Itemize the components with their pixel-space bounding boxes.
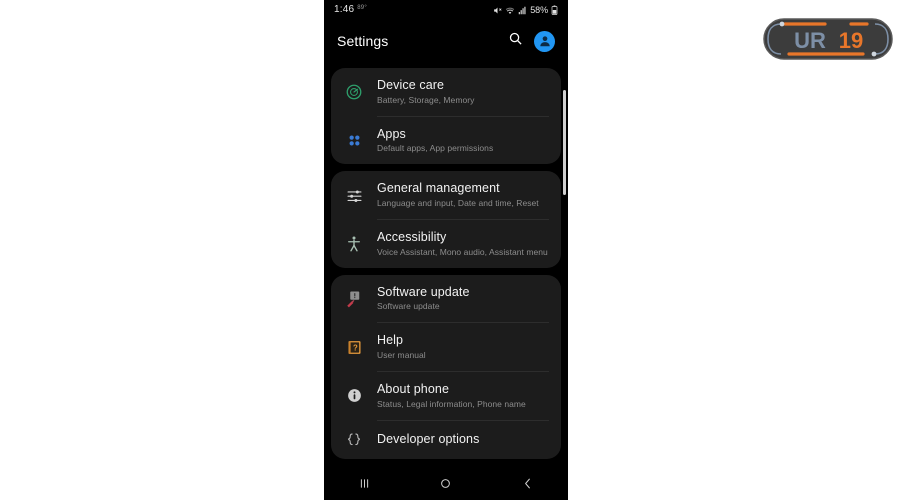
settings-card-3: Software update Software update ? xyxy=(331,275,561,459)
row-title: Device care xyxy=(377,78,549,94)
software-update-icon xyxy=(331,290,377,308)
row-title: General management xyxy=(377,181,549,197)
row-title: Developer options xyxy=(377,432,549,448)
settings-list[interactable]: Device care Battery, Storage, Memory xyxy=(324,62,568,500)
device-care-icon xyxy=(331,83,377,101)
sliders-icon xyxy=(331,187,377,204)
svg-text:?: ? xyxy=(352,343,357,352)
search-icon[interactable] xyxy=(508,31,523,51)
row-title: Apps xyxy=(377,127,549,143)
wifi-icon xyxy=(505,6,515,15)
row-title: Software update xyxy=(377,285,549,301)
apps-icon xyxy=(331,132,377,149)
settings-row-text: Apps Default apps, App permissions xyxy=(377,127,561,155)
settings-row-help[interactable]: ? Help User manual xyxy=(331,323,561,371)
settings-row-developer-options[interactable]: Developer options xyxy=(331,421,561,459)
row-subtitle: User manual xyxy=(377,350,549,361)
settings-row-text: Device care Battery, Storage, Memory xyxy=(377,78,561,106)
status-temperature: 89° xyxy=(357,5,367,11)
screenshot-root: 1:46 89° xyxy=(0,0,900,500)
row-subtitle: Battery, Storage, Memory xyxy=(377,95,549,106)
app-bar-actions xyxy=(508,31,555,52)
settings-row-accessibility[interactable]: Accessibility Voice Assistant, Mono audi… xyxy=(331,220,561,268)
logo-text-primary: UR xyxy=(794,28,826,53)
settings-row-about-phone[interactable]: About phone Status, Legal information, P… xyxy=(331,372,561,420)
navigation-bar xyxy=(324,466,568,500)
scrollbar-thumb[interactable] xyxy=(563,90,566,195)
row-subtitle: Status, Legal information, Phone name xyxy=(377,399,549,410)
settings-row-text: Developer options xyxy=(377,432,561,448)
page-title: Settings xyxy=(337,33,508,49)
battery-percent: 58% xyxy=(530,5,548,15)
settings-row-general-management[interactable]: General management Language and input, D… xyxy=(331,171,561,219)
status-bar-right: 58% xyxy=(493,5,558,15)
row-subtitle: Software update xyxy=(377,301,549,312)
settings-row-text: General management Language and input, D… xyxy=(377,181,561,209)
back-icon[interactable] xyxy=(507,468,547,498)
row-subtitle: Default apps, App permissions xyxy=(377,143,549,154)
status-bar: 1:46 89° xyxy=(324,0,568,20)
settings-row-device-care[interactable]: Device care Battery, Storage, Memory xyxy=(331,68,561,116)
row-title: About phone xyxy=(377,382,549,398)
logo-text-secondary: 19 xyxy=(839,28,863,53)
status-bar-left: 1:46 89° xyxy=(334,5,367,15)
row-subtitle: Language and input, Date and time, Reset xyxy=(377,198,549,209)
app-bar: Settings xyxy=(324,20,568,62)
home-icon[interactable] xyxy=(426,468,466,498)
row-subtitle: Voice Assistant, Mono audio, Assistant m… xyxy=(377,247,549,258)
settings-row-text: About phone Status, Legal information, P… xyxy=(377,382,561,410)
settings-row-text: Accessibility Voice Assistant, Mono audi… xyxy=(377,230,561,258)
help-book-icon: ? xyxy=(331,339,377,356)
settings-row-software-update[interactable]: Software update Software update xyxy=(331,275,561,323)
info-icon xyxy=(331,387,377,404)
battery-icon xyxy=(551,5,558,15)
settings-card-1: Device care Battery, Storage, Memory xyxy=(331,68,561,164)
settings-row-apps[interactable]: Apps Default apps, App permissions xyxy=(331,117,561,165)
settings-card-2: General management Language and input, D… xyxy=(331,171,561,267)
status-time: 1:46 xyxy=(334,5,354,15)
mute-icon xyxy=(493,6,502,15)
account-avatar[interactable] xyxy=(534,31,555,52)
settings-row-text: Help User manual xyxy=(377,333,561,361)
phone-screen: 1:46 89° xyxy=(324,0,568,500)
recents-icon[interactable] xyxy=(345,468,385,498)
signal-icon xyxy=(518,6,527,15)
site-logo: UR 19 xyxy=(763,17,893,61)
developer-options-icon xyxy=(331,431,377,449)
row-title: Accessibility xyxy=(377,230,549,246)
row-title: Help xyxy=(377,333,549,349)
settings-row-text: Software update Software update xyxy=(377,285,561,313)
accessibility-icon xyxy=(331,235,377,253)
